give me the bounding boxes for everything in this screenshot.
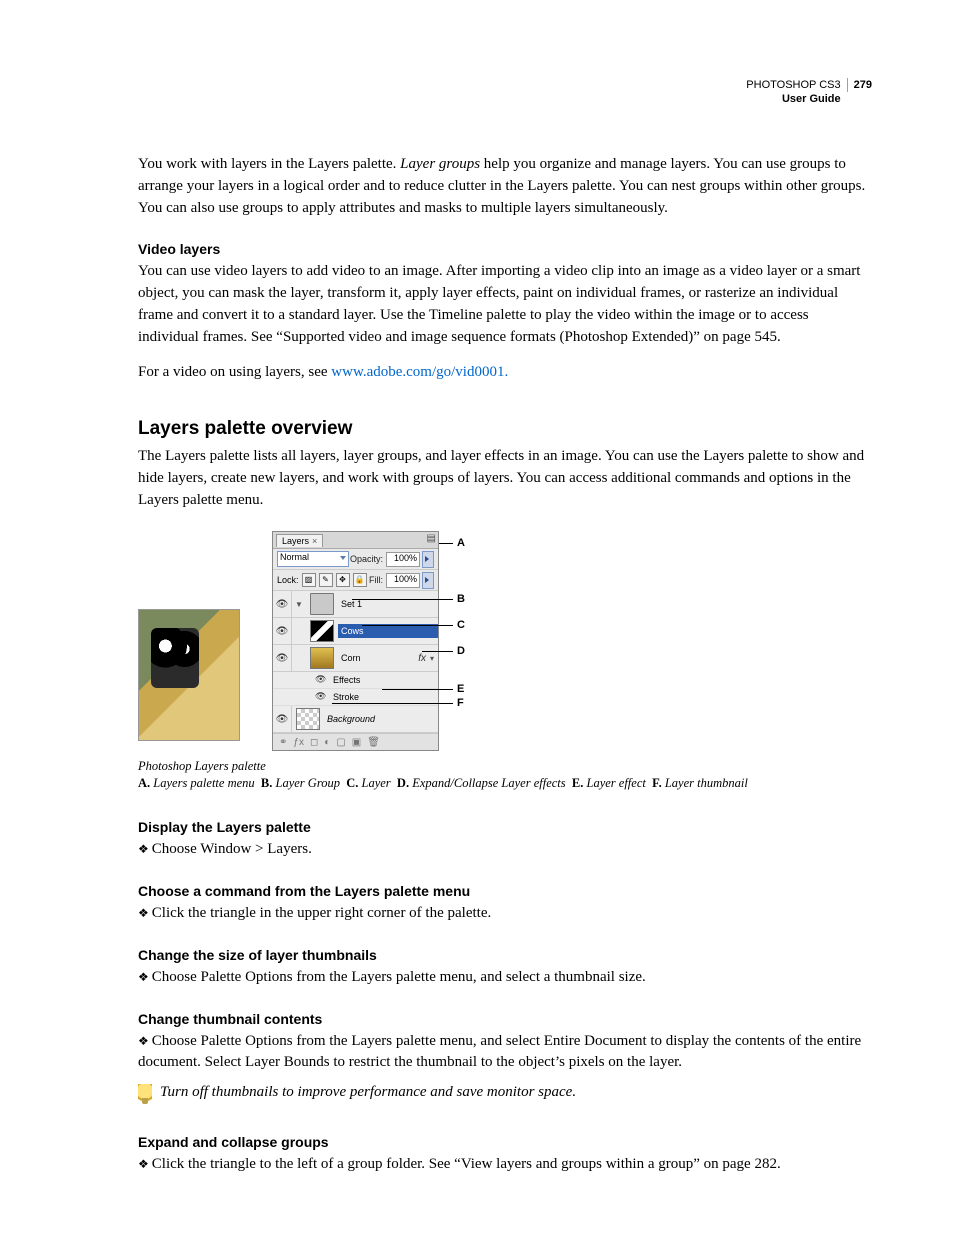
opacity-label: Opacity: — [350, 554, 383, 564]
effects-row[interactable]: 👁 Effects — [273, 672, 438, 689]
lock-label: Lock: — [277, 575, 299, 585]
callout-f: F — [457, 697, 464, 709]
video-link[interactable]: www.adobe.com/go/vid0001. — [331, 364, 508, 380]
fill-value[interactable]: 100% — [386, 573, 420, 588]
header-guide: User Guide — [746, 92, 840, 106]
tip-text: Turn off thumbnails to improve performan… — [160, 1082, 576, 1104]
contents-heading: Change thumbnail contents — [138, 1011, 872, 1027]
adjustment-layer-icon[interactable]: ◐ — [324, 737, 330, 748]
video-layers-text: You can use video layers to add video to… — [138, 261, 872, 348]
layers-palette: Layers× ▤ Normal Opacity: 100% Lock: ▨ ✎… — [272, 531, 439, 751]
effects-collapse-icon[interactable]: ▾ — [430, 654, 434, 663]
lock-row: Lock: ▨ ✎ ✥ 🔒 Fill: 100% — [273, 570, 438, 591]
new-group-icon[interactable]: ▢ — [336, 737, 345, 748]
page-number: 279 — [847, 78, 872, 92]
folder-icon — [310, 593, 334, 615]
palette-menu-icon[interactable]: ▤ — [427, 533, 436, 544]
document-page: PHOTOSHOP CS3 User Guide 279 You work wi… — [0, 0, 954, 1235]
effects-label: Effects — [333, 675, 360, 685]
video-link-line: For a video on using layers, see www.ado… — [138, 362, 872, 384]
expand-heading: Expand and collapse groups — [138, 1134, 872, 1150]
visibility-icon[interactable]: 👁 — [273, 591, 292, 617]
figure-caption: Photoshop Layers palette — [138, 759, 872, 774]
video-layers-heading: Video layers — [138, 241, 872, 257]
callout-c: C — [457, 619, 465, 631]
visibility-icon[interactable]: 👁 — [273, 706, 292, 732]
command-bullet: Click the triangle in the upper right co… — [138, 903, 872, 925]
layer-row-corn[interactable]: 👁 Corn fx ▾ — [273, 645, 438, 672]
header-product: PHOTOSHOP CS3 — [746, 78, 840, 92]
stroke-label: Stroke — [333, 692, 359, 702]
size-bullet: Choose Palette Options from the Layers p… — [138, 967, 872, 989]
opacity-value[interactable]: 100% — [386, 552, 420, 567]
group-expand-icon[interactable]: ▼ — [292, 600, 306, 609]
figure-legend: A. Layers palette menu B. Layer Group C.… — [138, 776, 872, 791]
tip: Turn off thumbnails to improve performan… — [138, 1082, 872, 1104]
display-bullet: Choose Window > Layers. — [138, 839, 872, 861]
page-header: PHOTOSHOP CS3 User Guide 279 — [746, 78, 872, 107]
display-heading: Display the Layers palette — [138, 819, 872, 835]
callout-d: D — [457, 645, 465, 657]
visibility-icon[interactable]: 👁 — [273, 618, 292, 644]
opacity-flyout-icon[interactable] — [422, 551, 434, 568]
overview-heading: Layers palette overview — [138, 418, 872, 440]
layer-name-corn[interactable]: Corn — [338, 651, 418, 665]
visibility-icon[interactable]: 👁 — [315, 674, 327, 686]
background-layer-row[interactable]: 👁 Background — [273, 706, 438, 733]
lock-position-icon[interactable]: ✥ — [336, 573, 350, 587]
callout-b: B — [457, 593, 465, 605]
callout-e: E — [457, 683, 464, 695]
figure: Layers× ▤ Normal Opacity: 100% Lock: ▨ ✎… — [138, 531, 872, 751]
callout-a: A — [457, 537, 465, 549]
layer-style-icon[interactable]: ƒx — [293, 737, 304, 748]
layer-thumbnail — [310, 647, 334, 669]
layer-thumbnail — [296, 708, 320, 730]
example-image — [138, 609, 240, 741]
palette-bottom-bar: ⚭ ƒx ◻ ◐ ▢ ▣ 🗑 — [273, 733, 438, 750]
visibility-icon[interactable]: 👁 — [273, 645, 292, 671]
layer-mask-icon[interactable]: ◻ — [310, 737, 318, 748]
lightbulb-icon — [138, 1084, 152, 1104]
lock-pixels-icon[interactable]: ✎ — [319, 573, 333, 587]
command-heading: Choose a command from the Layers palette… — [138, 883, 872, 899]
expand-bullet: Click the triangle to the left of a grou… — [138, 1154, 872, 1176]
visibility-icon[interactable]: 👁 — [315, 691, 327, 703]
new-layer-icon[interactable]: ▣ — [352, 737, 361, 748]
tab-close-icon[interactable]: × — [312, 536, 317, 546]
layer-name-cows[interactable]: Cows — [338, 624, 438, 638]
link-layers-icon[interactable]: ⚭ — [279, 737, 287, 748]
size-heading: Change the size of layer thumbnails — [138, 947, 872, 963]
blend-row: Normal Opacity: 100% — [273, 549, 438, 570]
overview-text: The Layers palette lists all layers, lay… — [138, 446, 872, 511]
palette-tabbar: Layers× ▤ — [273, 532, 438, 549]
fill-flyout-icon[interactable] — [422, 572, 434, 589]
lock-all-icon[interactable]: 🔒 — [353, 573, 367, 587]
contents-bullet: Choose Palette Options from the Layers p… — [138, 1031, 872, 1075]
fill-label: Fill: — [369, 575, 383, 585]
intro-paragraph: You work with layers in the Layers palet… — [138, 154, 872, 219]
fx-badge: fx — [418, 653, 426, 664]
blend-mode-select[interactable]: Normal — [277, 551, 349, 567]
layer-group-row[interactable]: 👁 ▼ Set 1 — [273, 591, 438, 618]
layer-row-cows[interactable]: 👁 Cows — [273, 618, 438, 645]
lock-transparent-icon[interactable]: ▨ — [302, 573, 316, 587]
layers-tab[interactable]: Layers× — [276, 534, 323, 547]
delete-layer-icon[interactable]: 🗑 — [367, 737, 380, 748]
layer-thumbnail — [310, 620, 334, 642]
background-name[interactable]: Background — [324, 712, 438, 726]
